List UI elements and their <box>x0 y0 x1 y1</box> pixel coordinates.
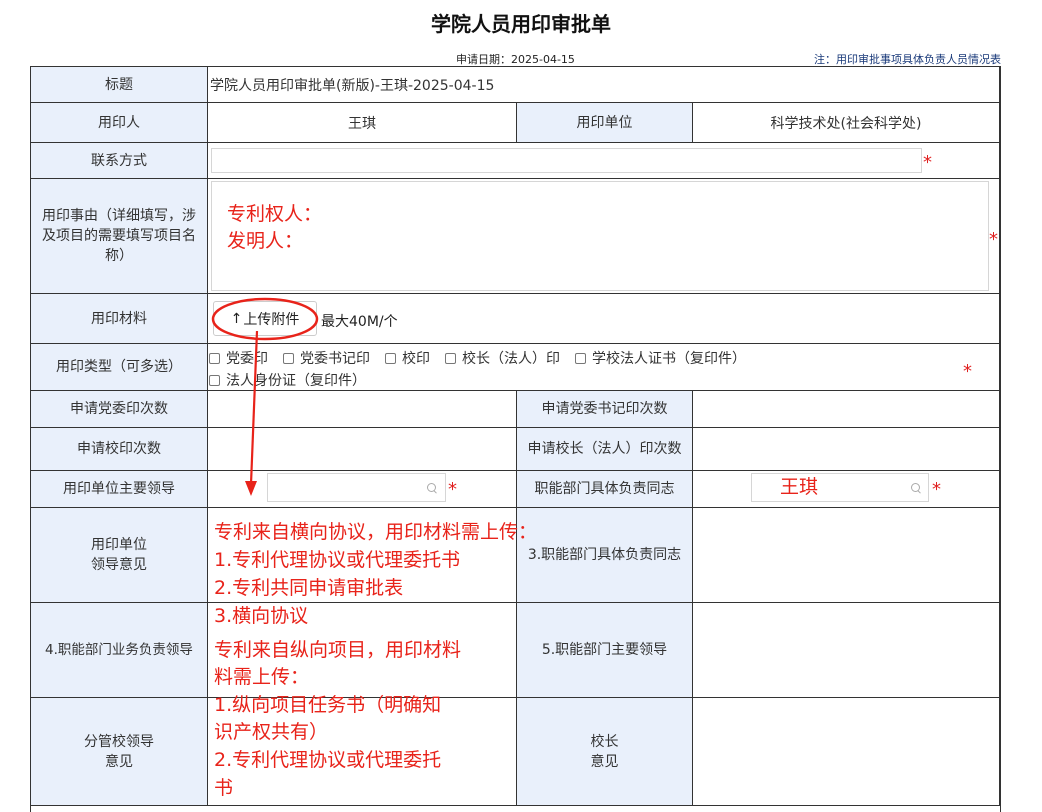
president-seal-count-input[interactable] <box>693 428 1000 471</box>
annotation-line-8: 识产权共有） <box>214 721 329 743</box>
checkbox[interactable] <box>283 352 294 364</box>
president-seal-count-label: 申请校长（法人）印次数 <box>517 428 693 471</box>
annotation-line-10: 书 <box>214 777 234 799</box>
seal-type-legal-id[interactable]: 法人身份证（复印件） <box>209 370 366 390</box>
seal-type-option-label: 党委书记印 <box>300 351 370 367</box>
applicant-label: 用印人 <box>31 103 208 143</box>
party-secretary-seal-count-input[interactable] <box>693 391 1000 428</box>
seal-type-option-label: 校印 <box>402 351 430 367</box>
upload-highlight-circle <box>211 297 319 341</box>
reason-required-mark: * <box>989 229 998 250</box>
checkbox[interactable] <box>209 374 220 386</box>
dept-owner-label: 职能部门具体负责同志 <box>517 471 693 508</box>
page-title: 学院人员用印审批单 <box>431 12 611 36</box>
checkbox[interactable] <box>575 352 586 364</box>
checkbox[interactable] <box>445 352 456 364</box>
material-label: 用印材料 <box>31 294 208 344</box>
search-icon <box>911 483 921 493</box>
annotation-line-9: 2.专利代理协议或代理委托 <box>214 749 442 771</box>
unit-value: 科学技术处(社会科学处) <box>693 103 1000 143</box>
upload-size-limit: 最大40M/个 <box>321 314 398 330</box>
unit-leader-label: 用印单位主要领导 <box>31 471 208 508</box>
unit-label: 用印单位 <box>517 103 693 143</box>
seal-type-option-label: 校长（法人）印 <box>462 351 560 367</box>
step3-label: 3.职能部门具体负责同志 <box>517 508 693 603</box>
seal-type-options-row1: 党委印 党委书记印 校印 校长（法人）印 学校法人证书（复印件） <box>209 348 761 368</box>
dept-owner-value: 王琪 <box>780 476 819 498</box>
approval-form: 标题 学院人员用印审批单(新版)-王琪-2025-04-15 用印人 王琪 用印… <box>30 66 1001 812</box>
unit-leader-select[interactable] <box>267 473 446 502</box>
apply-date: 申请日期：2025-04-15 <box>456 53 575 66</box>
unit-leader-opinion-label: 用印单位 领导意见 <box>31 508 208 603</box>
annotation-line-3: 2.专利共同申请审批表 <box>214 577 404 599</box>
seal-type-party-secretary[interactable]: 党委书记印 <box>283 348 370 368</box>
reason-textarea[interactable] <box>211 181 989 291</box>
reason-line-patentee: 专利权人： <box>227 203 323 225</box>
president-opinion-label: 校长 意见 <box>517 698 693 806</box>
contact-required-mark: * <box>923 152 932 173</box>
seal-type-required-mark: * <box>963 361 972 382</box>
step4-label: 4.职能部门业务负责领导 <box>31 603 208 698</box>
president-opinion-input[interactable] <box>693 698 1000 806</box>
contact-input[interactable] <box>211 148 922 173</box>
annotation-line-4: 3.横向协议 <box>214 605 309 627</box>
checkbox[interactable] <box>209 352 220 364</box>
title-label: 标题 <box>31 67 208 103</box>
title-value: 学院人员用印审批单(新版)-王琪-2025-04-15 <box>208 67 1000 103</box>
reason-label: 用印事由（详细填写，涉及项目的需要填写项目名称） <box>31 179 208 294</box>
step5-opinion-input[interactable] <box>693 603 1000 698</box>
reason-line-inventor: 发明人： <box>227 230 304 252</box>
seal-type-school[interactable]: 校印 <box>385 348 430 368</box>
checkbox[interactable] <box>385 352 396 364</box>
vp-opinion-label: 分管校领导 意见 <box>31 698 208 806</box>
school-seal-count-label: 申请校印次数 <box>31 428 208 471</box>
search-icon <box>427 483 437 493</box>
contact-label: 联系方式 <box>31 143 208 179</box>
dept-owner-select[interactable]: 王琪 <box>751 473 929 502</box>
annotation-line-7: 1.纵向项目任务书（明确知 <box>214 694 442 716</box>
seal-type-label: 用印类型（可多选） <box>31 344 208 391</box>
annotation-line-2: 1.专利代理协议或代理委托书 <box>214 549 461 571</box>
seal-type-option-label: 学校法人证书（复印件） <box>592 351 746 367</box>
seal-type-president[interactable]: 校长（法人）印 <box>445 348 560 368</box>
applicant-value: 王琪 <box>208 103 517 143</box>
annotation-line-6: 料需上传： <box>214 666 310 688</box>
responsible-note: 注：用印审批事项具体负责人员情况表 <box>814 53 1001 66</box>
seal-type-school-certificate[interactable]: 学校法人证书（复印件） <box>575 348 746 368</box>
annotation-line-5: 专利来自纵向项目，用印材料 <box>214 639 462 661</box>
party-secretary-seal-count-label: 申请党委书记印次数 <box>517 391 693 428</box>
step3-opinion-input[interactable] <box>693 508 1000 603</box>
party-seal-count-label: 申请党委印次数 <box>31 391 208 428</box>
annotation-arrow <box>245 330 259 496</box>
annotation-line-1: 专利来自横向协议，用印材料需上传： <box>214 521 538 543</box>
step5-label: 5.职能部门主要领导 <box>517 603 693 698</box>
unit-leader-required-mark: * <box>448 479 457 500</box>
dept-owner-required-mark: * <box>932 479 941 500</box>
seal-type-options-row2: 法人身份证（复印件） <box>209 370 381 390</box>
